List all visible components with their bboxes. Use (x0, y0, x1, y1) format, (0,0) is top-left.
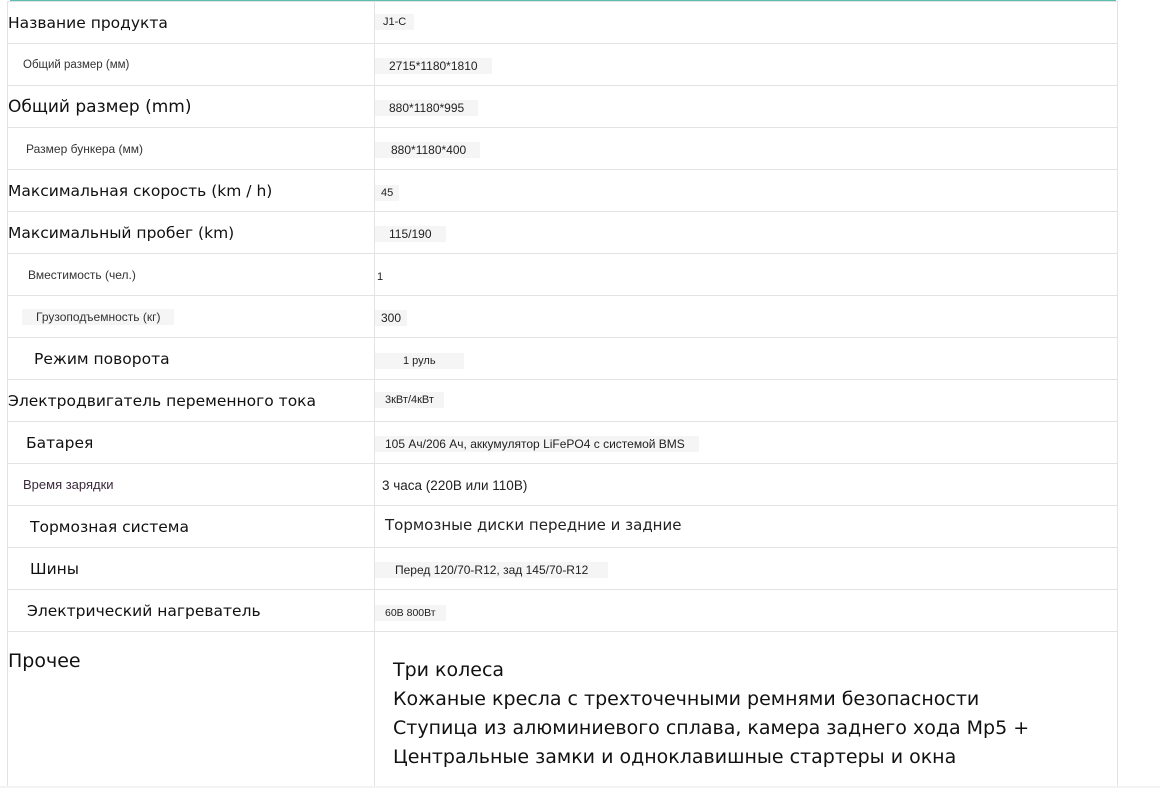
other-line: Центральные замки и одноклавишные старте… (393, 746, 957, 768)
spec-row-other: Прочее Три колеса Кожаные кресла с трехт… (7, 631, 1118, 788)
spec-label: Грузоподъемность (кг) (22, 308, 175, 325)
spec-label: Электродвигатель переменного тока (7, 379, 375, 422)
spec-value-cell: 45 (374, 169, 1118, 212)
spec-value-cell: 1 руль (374, 337, 1118, 380)
spec-value-cell: 2715*1180*1810 (374, 43, 1118, 86)
spec-row-overall-size-mm-2: Общий размер (mm) 880*1180*995 (7, 85, 1118, 128)
spec-value: 105 Ач/206 Ач, аккумулятор LiFePO4 с сис… (375, 436, 699, 452)
spec-value-cell: Три колеса Кожаные кресла с трехточечным… (374, 631, 1118, 788)
spec-label: Шины (7, 547, 375, 590)
spec-value-cell: 1 (374, 253, 1118, 296)
spec-value: 60В 800Вт (375, 604, 446, 621)
spec-label-cell: Грузоподъемность (кг) (7, 295, 375, 338)
spec-label: Вместимость (чел.) (7, 253, 375, 296)
spec-value: 880*1180*400 (375, 142, 481, 158)
spec-label: Общий размер (мм) (7, 43, 375, 86)
spec-value: 2715*1180*1810 (375, 58, 492, 74)
spec-label: Время зарядки (7, 463, 375, 506)
spec-value: 45 (375, 184, 400, 201)
spec-row-product-name: Название продукта J1-C (7, 1, 1118, 44)
spec-value: 3 часа (220В или 110В) (382, 478, 528, 493)
spec-row-payload: Грузоподъемность (кг) 300 (7, 295, 1118, 338)
spec-value: 1 (377, 270, 384, 283)
spec-value: J1-C (375, 13, 415, 30)
spec-value-cell: 105 Ач/206 Ач, аккумулятор LiFePO4 с сис… (374, 421, 1118, 464)
spec-row-overall-size-mm: Общий размер (мм) 2715*1180*1810 (7, 43, 1118, 86)
spec-value: 1 руль (375, 352, 464, 369)
spec-label: Общий размер (mm) (7, 85, 375, 128)
spec-value: 880*1180*995 (375, 100, 479, 116)
spec-row-max-range: Максимальный пробег (km) 115/190 (7, 211, 1118, 254)
spec-label: Максимальный пробег (km) (7, 211, 375, 254)
spec-label: Прочее (7, 631, 375, 788)
spec-label: Максимальная скорость (km / h) (7, 169, 375, 212)
spec-value-cell: 880*1180*995 (374, 85, 1118, 128)
spec-row-electric-heater: Электрический нагреватель 60В 800Вт (7, 589, 1118, 632)
spec-value-cell: 300 (374, 295, 1118, 338)
spec-label: Тормозная система (7, 505, 375, 548)
spec-label: Батарея (7, 421, 375, 464)
spec-value-cell: Перед 120/70-R12, зад 145/70-R12 (374, 547, 1118, 590)
other-line: Три колеса (393, 659, 505, 681)
spec-table: Название продукта J1-C Общий размер (мм)… (7, 1, 1118, 788)
spec-row-ac-motor: Электродвигатель переменного тока 3кВт/4… (7, 379, 1118, 422)
spec-value-cell: J1-C (374, 1, 1118, 44)
other-line: Ступица из алюминиевого сплава, камера з… (393, 717, 1030, 739)
spec-label: Название продукта (7, 1, 375, 44)
spec-row-charge-time: Время зарядки 3 часа (220В или 110В) (7, 463, 1118, 506)
spec-row-battery: Батарея 105 Ач/206 Ач, аккумулятор LiFeP… (7, 421, 1118, 464)
spec-value: 115/190 (375, 226, 446, 242)
spec-value: 3кВт/4кВт (375, 391, 444, 408)
spec-value: Перед 120/70-R12, зад 145/70-R12 (375, 562, 609, 578)
spec-value-cell: Тормозные диски передние и задние (374, 505, 1118, 548)
spec-value-cell: 3 часа (220В или 110В) (374, 463, 1118, 506)
spec-value-cell: 3кВт/4кВт (374, 379, 1118, 422)
spec-value: Тормозные диски передние и задние (385, 516, 682, 534)
spec-label: Режим поворота (7, 337, 375, 380)
spec-row-steering-mode: Режим поворота 1 руль (7, 337, 1118, 380)
spec-row-hopper-size: Размер бункера (мм) 880*1180*400 (7, 127, 1118, 170)
spec-value-cell: 115/190 (374, 211, 1118, 254)
spec-value: 300 (375, 310, 408, 326)
spec-row-tires: Шины Перед 120/70-R12, зад 145/70-R12 (7, 547, 1118, 590)
other-line: Кожаные кресла с трехточечными ремнями б… (393, 688, 980, 710)
spec-row-brake-system: Тормозная система Тормозные диски передн… (7, 505, 1118, 548)
spec-label: Электрический нагреватель (7, 589, 375, 632)
spec-row-capacity: Вместимость (чел.) 1 (7, 253, 1118, 296)
spec-value-cell: 60В 800Вт (374, 589, 1118, 632)
spec-value-cell: 880*1180*400 (374, 127, 1118, 170)
spec-label: Размер бункера (мм) (7, 127, 375, 170)
spec-row-max-speed: Максимальная скорость (km / h) 45 (7, 169, 1118, 212)
